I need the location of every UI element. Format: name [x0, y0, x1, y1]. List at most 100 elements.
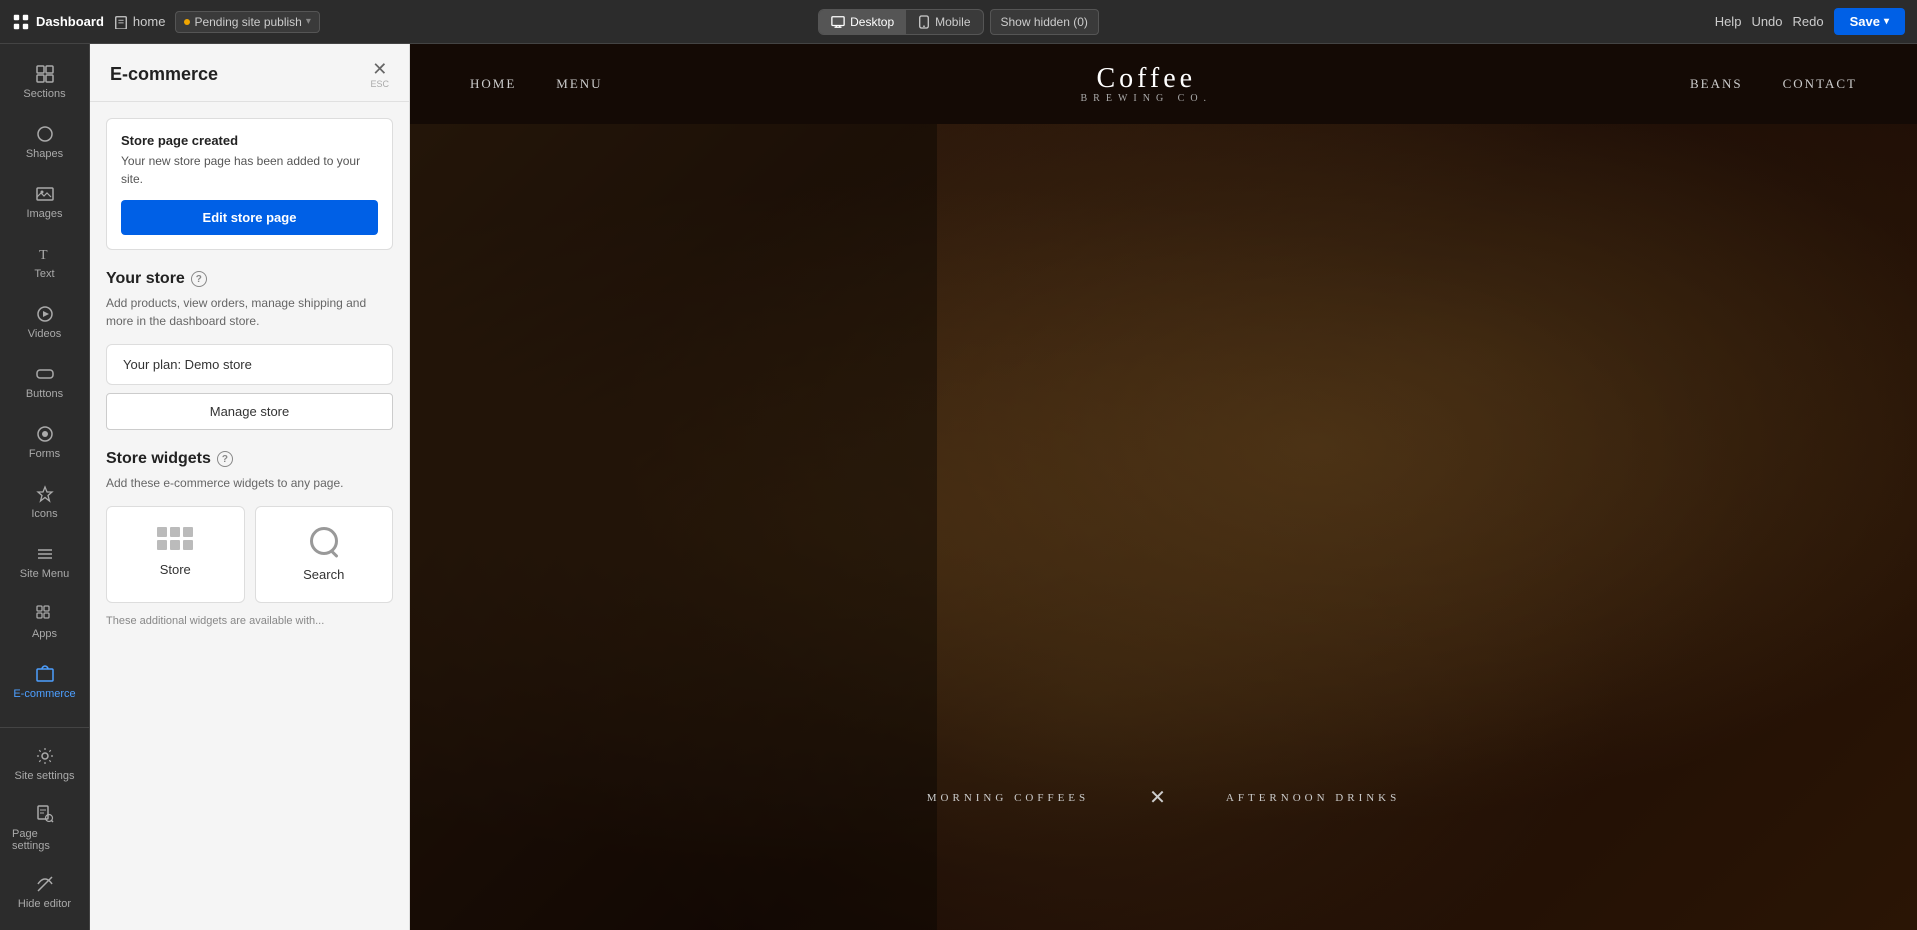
- desktop-button[interactable]: Desktop: [819, 10, 906, 34]
- apps-icon: [35, 604, 55, 624]
- site-logo: Coffee BREWING CO.: [1081, 65, 1213, 104]
- sidebar-item-videos[interactable]: Videos: [6, 294, 83, 350]
- pending-dot: [184, 19, 190, 25]
- redo-button[interactable]: Redo: [1793, 14, 1824, 29]
- sidebar-spacer: [0, 712, 89, 727]
- search-widget-icon: [310, 527, 338, 555]
- main-area: Sections Shapes Images T Text: [0, 44, 1917, 930]
- panel-title: E-commerce: [110, 64, 218, 85]
- shapes-label: Shapes: [26, 148, 63, 160]
- edit-store-button[interactable]: Edit store page: [121, 200, 378, 235]
- site-settings-label: Site settings: [15, 770, 75, 782]
- esc-label: ESC: [370, 80, 389, 89]
- help-button[interactable]: Help: [1715, 14, 1742, 29]
- notice-title: Store page created: [121, 133, 378, 148]
- panel-footer-text: These additional widgets are available w…: [106, 613, 393, 630]
- page-breadcrumb[interactable]: home: [114, 14, 166, 29]
- site-logo-sub: BREWING CO.: [1081, 93, 1213, 104]
- topbar-right: Help Undo Redo Save ▾: [1107, 8, 1905, 35]
- sidebar-item-apps[interactable]: Apps: [6, 594, 83, 650]
- text-icon: T: [35, 244, 55, 264]
- site-nav: HOME MENU Coffee BREWING CO. BEANS CONTA…: [410, 44, 1917, 124]
- your-store-desc: Add products, view orders, manage shippi…: [106, 294, 393, 330]
- close-button[interactable]: ✕ ESC: [370, 60, 389, 89]
- sidebar-item-site-menu[interactable]: Site Menu: [6, 534, 83, 590]
- store-page-notice: Store page created Your new store page h…: [106, 118, 393, 250]
- site-settings-icon: [35, 746, 55, 766]
- sidebar-item-sections[interactable]: Sections: [6, 54, 83, 110]
- plan-label: Your plan: Demo store: [123, 357, 252, 372]
- plan-box: Your plan: Demo store: [106, 344, 393, 385]
- tab-morning[interactable]: MORNING COFFEES: [927, 792, 1089, 804]
- store-widget-card[interactable]: Store: [106, 506, 245, 603]
- dashboard-button[interactable]: Dashboard: [12, 13, 104, 31]
- images-icon: [35, 184, 55, 204]
- site-hero: MORNING COFFEES ✕ AFTERNOON DRINKS: [410, 124, 1917, 930]
- store-widgets-help-icon[interactable]: ?: [217, 451, 233, 467]
- hero-tabs: MORNING COFFEES ✕ AFTERNOON DRINKS: [410, 785, 1917, 810]
- ecommerce-panel: E-commerce ✕ ESC Store page created Your…: [90, 44, 410, 930]
- nav-menu[interactable]: MENU: [556, 76, 602, 92]
- icons-icon: [35, 484, 55, 504]
- sections-label: Sections: [23, 88, 65, 100]
- pending-status[interactable]: Pending site publish ▾: [175, 11, 319, 33]
- sidebar-item-icons[interactable]: Icons: [6, 474, 83, 530]
- menu-icon: [35, 544, 55, 564]
- ecommerce-icon: [35, 664, 55, 684]
- site-logo-main: Coffee: [1081, 65, 1213, 93]
- sidebar: Sections Shapes Images T Text: [0, 44, 90, 930]
- save-chevron-icon: ▾: [1884, 16, 1889, 27]
- preview-iframe[interactable]: HOME MENU Coffee BREWING CO. BEANS CONTA…: [410, 44, 1917, 930]
- panel-body: Store page created Your new store page h…: [90, 102, 409, 646]
- device-toggle: Desktop Mobile: [818, 9, 983, 35]
- store-widgets-title: Store widgets ?: [106, 450, 393, 468]
- your-store-title: Your store ?: [106, 270, 393, 288]
- manage-store-button[interactable]: Manage store: [106, 393, 393, 430]
- site-preview-area: HOME MENU Coffee BREWING CO. BEANS CONTA…: [410, 44, 1917, 930]
- search-widget-label: Search: [303, 567, 344, 582]
- site-nav-left: HOME MENU: [470, 76, 603, 92]
- save-label: Save: [1850, 14, 1880, 29]
- mobile-button[interactable]: Mobile: [906, 10, 982, 34]
- page-name: home: [133, 14, 166, 29]
- text-label: Text: [34, 268, 54, 280]
- sidebar-item-shapes[interactable]: Shapes: [6, 114, 83, 170]
- sidebar-item-hide-editor[interactable]: Hide editor: [6, 864, 83, 920]
- panel-header: E-commerce ✕ ESC: [90, 44, 409, 102]
- search-widget-card[interactable]: Search: [255, 506, 394, 603]
- sidebar-item-text[interactable]: T Text: [6, 234, 83, 290]
- show-hidden-button[interactable]: Show hidden (0): [990, 9, 1099, 35]
- sidebar-item-site-settings[interactable]: Site settings: [6, 736, 83, 792]
- sidebar-item-page-settings[interactable]: Page settings: [6, 794, 83, 862]
- sidebar-item-forms[interactable]: Forms: [6, 414, 83, 470]
- store-widgets-desc: Add these e-commerce widgets to any page…: [106, 474, 393, 492]
- apps-label: Apps: [32, 628, 57, 640]
- sidebar-item-buttons[interactable]: Buttons: [6, 354, 83, 410]
- sidebar-bottom: Site settings Page settings Hide editor: [0, 727, 89, 922]
- images-label: Images: [26, 208, 62, 220]
- videos-icon: [35, 304, 55, 324]
- nav-home[interactable]: HOME: [470, 76, 516, 92]
- topbar: Dashboard home Pending site publish ▾: [0, 0, 1917, 44]
- site-canvas: HOME MENU Coffee BREWING CO. BEANS CONTA…: [410, 44, 1917, 930]
- tab-separator: ✕: [1149, 785, 1166, 810]
- buttons-icon: [35, 364, 55, 384]
- sidebar-item-images[interactable]: Images: [6, 174, 83, 230]
- save-button[interactable]: Save ▾: [1834, 8, 1905, 35]
- videos-label: Videos: [28, 328, 61, 340]
- sidebar-item-ecommerce[interactable]: E-commerce: [6, 654, 83, 710]
- page-settings-icon: [35, 804, 55, 824]
- forms-label: Forms: [29, 448, 60, 460]
- store-widget-icon: [157, 527, 193, 550]
- forms-icon: [35, 424, 55, 444]
- your-store-help-icon[interactable]: ?: [191, 271, 207, 287]
- nav-beans[interactable]: BEANS: [1690, 76, 1743, 92]
- pending-chevron-icon: ▾: [306, 16, 311, 27]
- hide-icon: [35, 874, 55, 894]
- desktop-label: Desktop: [850, 15, 894, 29]
- grid-icon: [35, 64, 55, 84]
- topbar-center: Desktop Mobile Show hidden (0): [818, 9, 1099, 35]
- undo-button[interactable]: Undo: [1751, 14, 1782, 29]
- nav-contact[interactable]: CONTACT: [1783, 76, 1857, 92]
- tab-afternoon[interactable]: AFTERNOON DRINKS: [1226, 792, 1400, 804]
